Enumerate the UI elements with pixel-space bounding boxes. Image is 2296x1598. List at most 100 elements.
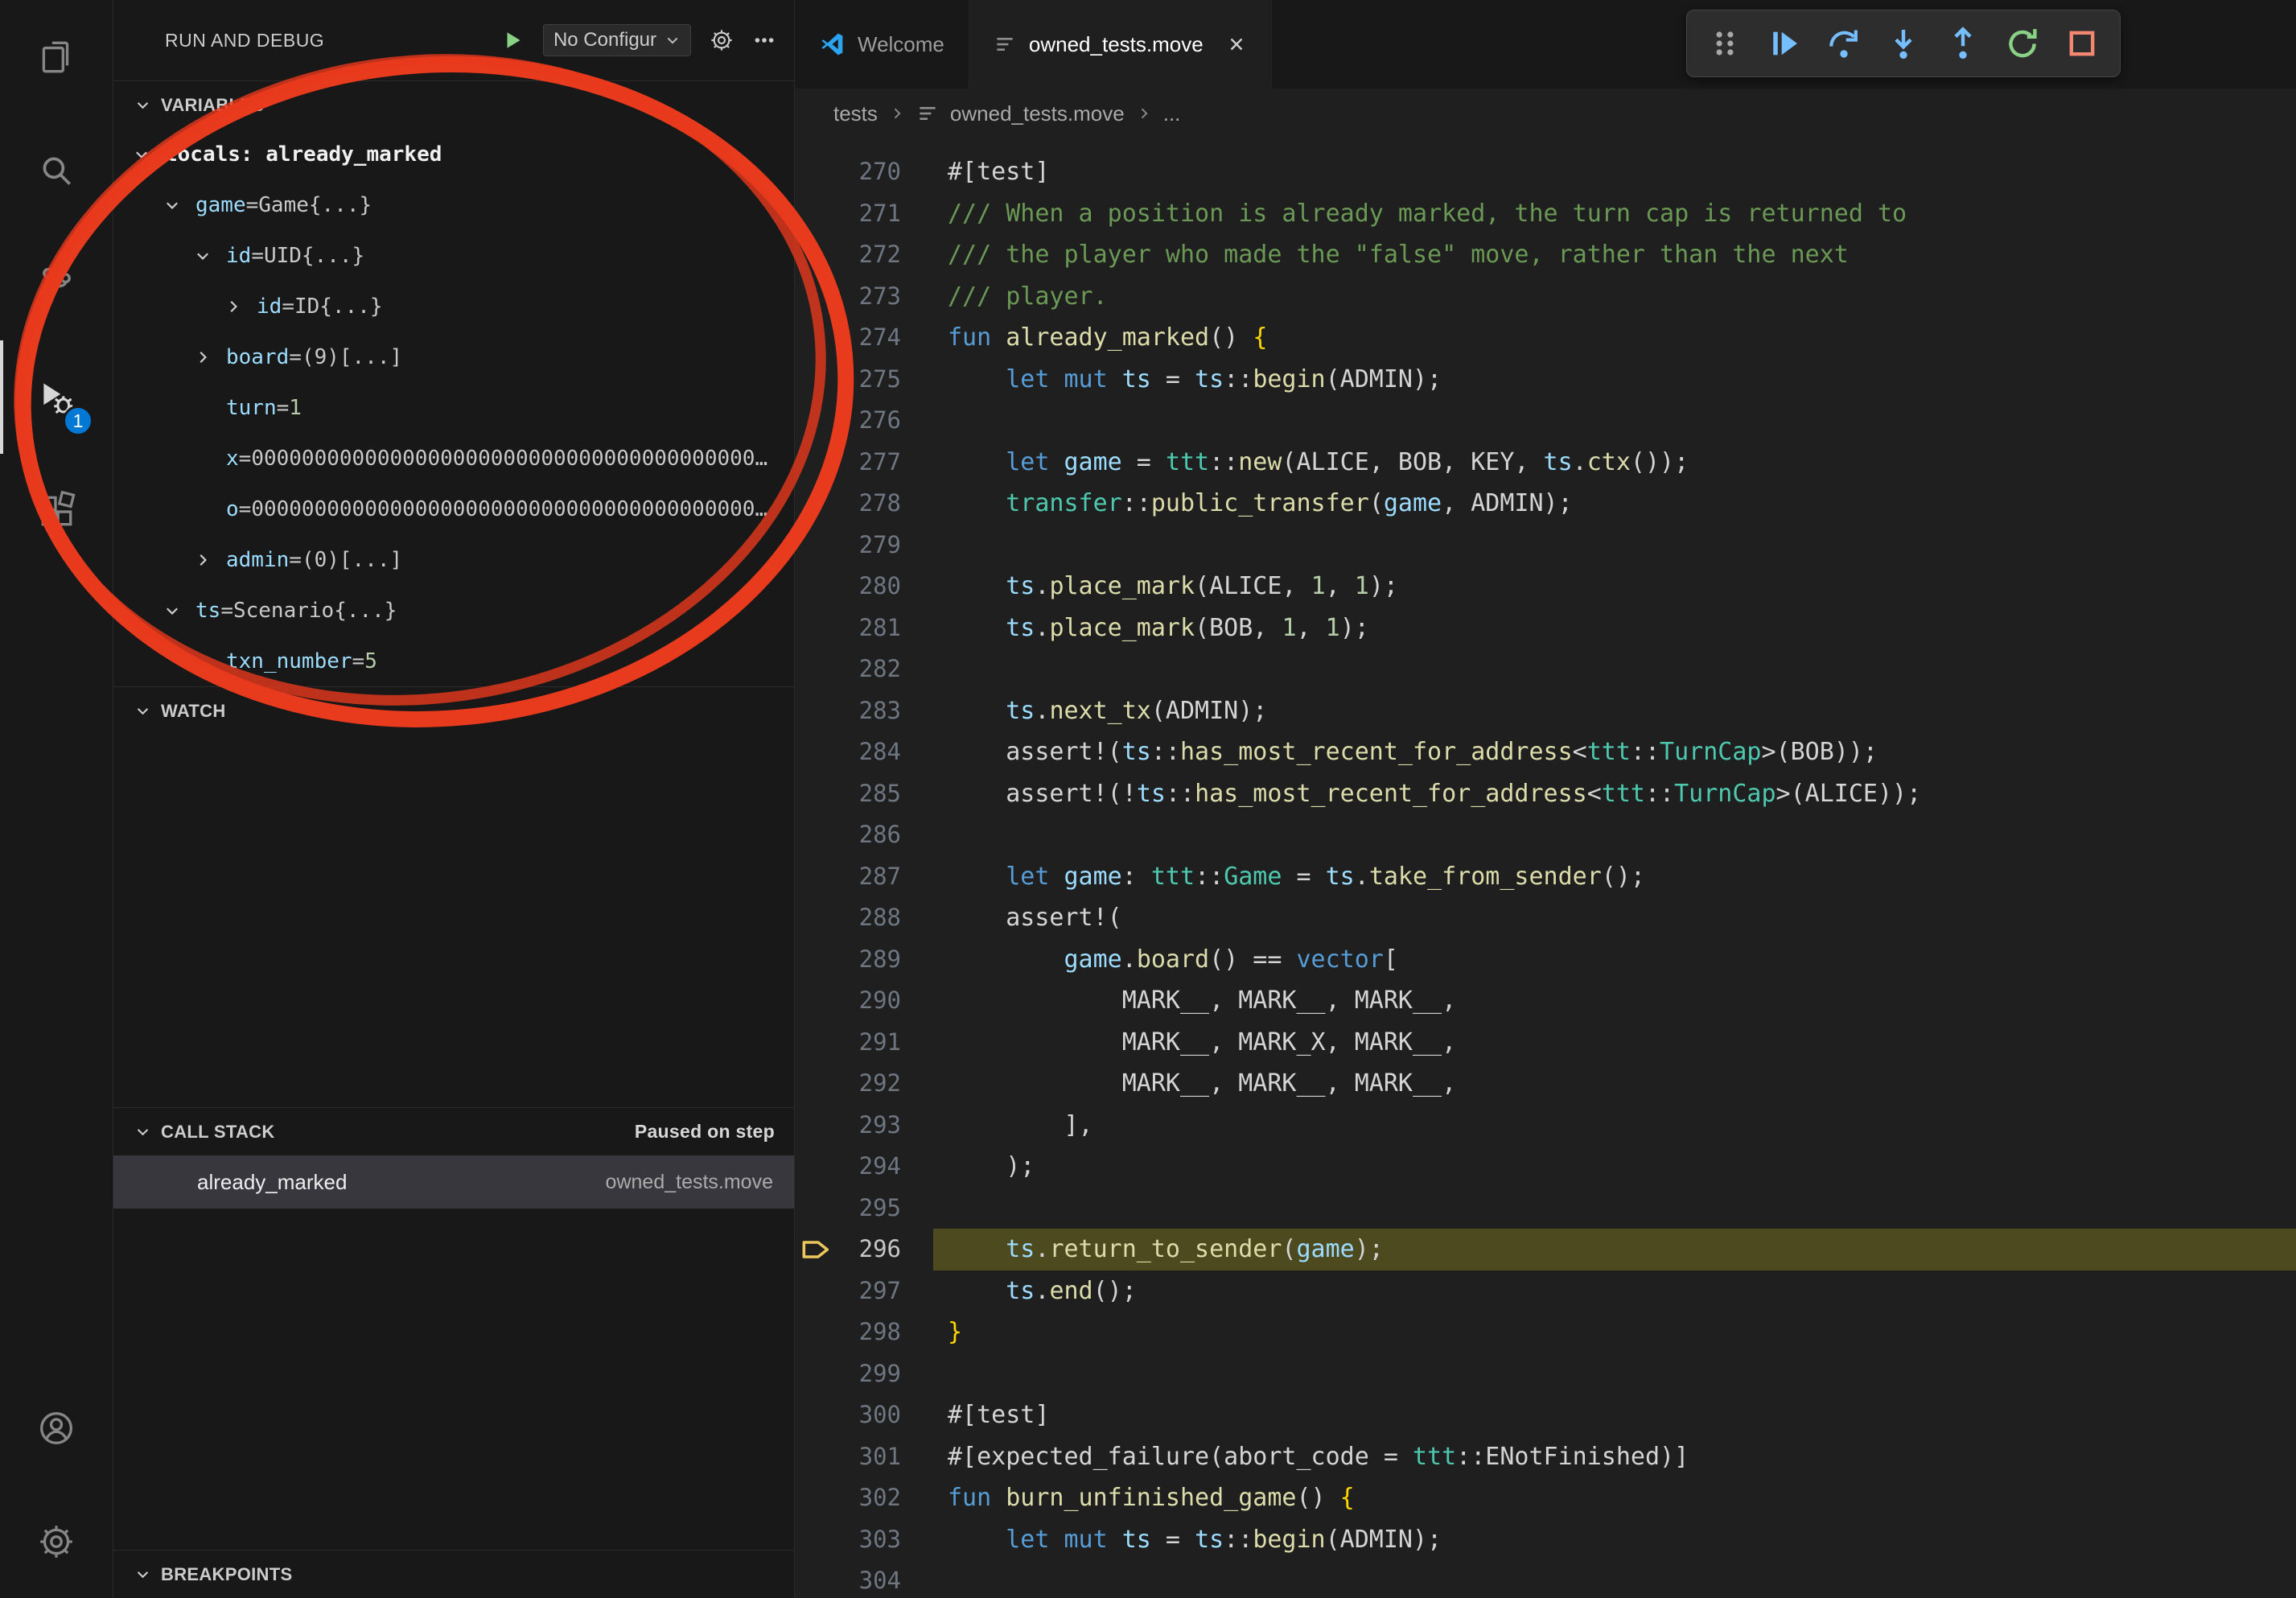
variables-section-header[interactable]: VARIABLES <box>113 80 794 129</box>
gutter-marker[interactable] <box>795 897 838 939</box>
gutter-marker[interactable] <box>795 151 838 193</box>
start-debugging-icon[interactable] <box>501 28 525 52</box>
gutter-marker[interactable] <box>795 1063 838 1105</box>
activity-source-control[interactable] <box>0 227 113 340</box>
gutter-marker[interactable] <box>795 1105 838 1147</box>
code-line-270[interactable]: 270#[test] <box>795 151 2296 193</box>
tab-welcome[interactable]: Welcome <box>795 0 969 89</box>
debug-config-dropdown[interactable]: No Configur <box>543 24 691 56</box>
activity-explorer[interactable] <box>0 0 113 113</box>
variable-row[interactable]: id = ID{...} <box>113 281 794 332</box>
code-line-287[interactable]: 287 let game: ttt::Game = ts.take_from_s… <box>795 856 2296 898</box>
gutter-marker[interactable] <box>795 317 838 359</box>
variable-row[interactable]: o = 000000000000000000000000000000000000… <box>113 484 794 534</box>
code-line-302[interactable]: 302fun burn_unfinished_game() { <box>795 1477 2296 1519</box>
gutter-marker[interactable] <box>795 1271 838 1312</box>
gutter-marker[interactable] <box>795 1436 838 1478</box>
code-line-282[interactable]: 282 <box>795 649 2296 690</box>
gutter-marker[interactable] <box>795 442 838 484</box>
gutter-marker[interactable] <box>795 980 838 1022</box>
gutter-marker[interactable] <box>795 939 838 981</box>
activity-extensions[interactable] <box>0 454 113 567</box>
code-line-301[interactable]: 301#[expected_failure(abort_code = ttt::… <box>795 1436 2296 1478</box>
gutter-marker[interactable] <box>795 649 838 690</box>
debug-step-over-button[interactable] <box>1817 18 1870 69</box>
code-line-275[interactable]: 275 let mut ts = ts::begin(ADMIN); <box>795 359 2296 401</box>
code-line-284[interactable]: 284 assert!(ts::has_most_recent_for_addr… <box>795 731 2296 773</box>
gutter-marker[interactable] <box>795 1477 838 1519</box>
code-line-277[interactable]: 277 let game = ttt::new(ALICE, BOB, KEY,… <box>795 442 2296 484</box>
breadcrumb-item-symbol[interactable]: ... <box>1163 101 1181 126</box>
variable-row[interactable]: id = UID{...} <box>113 230 794 281</box>
code-line-286[interactable]: 286 <box>795 814 2296 856</box>
code-line-297[interactable]: 297 ts.end(); <box>795 1271 2296 1312</box>
gutter-marker[interactable] <box>795 731 838 773</box>
code-editor[interactable]: 270#[test]271/// When a position is alre… <box>795 138 2296 1598</box>
variable-row[interactable]: ts = Scenario{...} <box>113 585 794 636</box>
gutter-marker[interactable] <box>795 359 838 401</box>
code-line-292[interactable]: 292 MARK__, MARK__, MARK__, <box>795 1063 2296 1105</box>
variables-scope-row[interactable]: locals: already_marked <box>113 129 794 179</box>
gutter-marker[interactable] <box>795 773 838 815</box>
gutter-marker[interactable] <box>795 1188 838 1229</box>
code-line-289[interactable]: 289 game.board() == vector[ <box>795 939 2296 981</box>
gutter-marker[interactable] <box>795 1022 838 1064</box>
code-line-299[interactable]: 299 <box>795 1353 2296 1395</box>
variable-row[interactable]: turn = 1 <box>113 382 794 433</box>
code-line-272[interactable]: 272/// the player who made the "false" m… <box>795 234 2296 276</box>
gutter-marker[interactable] <box>795 814 838 856</box>
breakpoints-section-header[interactable]: BREAKPOINTS <box>113 1550 794 1598</box>
gutter-marker[interactable] <box>795 1353 838 1395</box>
gutter-marker[interactable] <box>795 566 838 607</box>
gutter-marker[interactable] <box>795 1519 838 1561</box>
code-line-276[interactable]: 276 <box>795 400 2296 442</box>
debug-restart-button[interactable] <box>1996 18 2049 69</box>
tab-owned-tests-move[interactable]: owned_tests.move <box>969 0 1272 89</box>
variable-row[interactable]: game = Game{...} <box>113 179 794 230</box>
gutter-marker[interactable] <box>795 1146 838 1188</box>
gutter-marker[interactable] <box>795 193 838 235</box>
code-line-304[interactable]: 304 <box>795 1560 2296 1598</box>
variable-row[interactable]: admin = (0)[...] <box>113 534 794 585</box>
code-line-280[interactable]: 280 ts.place_mark(ALICE, 1, 1); <box>795 566 2296 607</box>
more-actions-icon[interactable] <box>752 28 776 52</box>
activity-run-debug[interactable]: 1 <box>0 340 113 454</box>
call-stack-frame[interactable]: already_markedowned_tests.move <box>113 1155 794 1209</box>
code-line-271[interactable]: 271/// When a position is already marked… <box>795 193 2296 235</box>
gutter-marker[interactable] <box>795 400 838 442</box>
gutter-marker[interactable] <box>795 1560 838 1598</box>
code-line-294[interactable]: 294 ); <box>795 1146 2296 1188</box>
activity-search[interactable] <box>0 113 113 227</box>
debug-step-into-button[interactable] <box>1877 18 1930 69</box>
variable-row[interactable]: board = (9)[...] <box>113 332 794 382</box>
debug-step-out-button[interactable] <box>1936 18 1989 69</box>
close-icon[interactable] <box>1226 34 1247 55</box>
gutter-marker[interactable] <box>795 1229 838 1271</box>
gutter-marker[interactable] <box>795 234 838 276</box>
watch-section-header[interactable]: WATCH <box>113 686 794 735</box>
code-line-298[interactable]: 298} <box>795 1312 2296 1353</box>
code-line-288[interactable]: 288 assert!( <box>795 897 2296 939</box>
debug-toolbar-drag-handle[interactable] <box>1698 18 1751 69</box>
code-line-285[interactable]: 285 assert!(!ts::has_most_recent_for_add… <box>795 773 2296 815</box>
breadcrumb-item-file[interactable]: owned_tests.move <box>950 101 1125 126</box>
code-line-291[interactable]: 291 MARK__, MARK_X, MARK__, <box>795 1022 2296 1064</box>
code-line-273[interactable]: 273/// player. <box>795 276 2296 318</box>
code-line-283[interactable]: 283 ts.next_tx(ADMIN); <box>795 690 2296 732</box>
gutter-marker[interactable] <box>795 483 838 525</box>
activity-account[interactable] <box>0 1371 113 1485</box>
debug-stop-button[interactable] <box>2055 18 2109 69</box>
code-line-300[interactable]: 300#[test] <box>795 1394 2296 1436</box>
code-line-290[interactable]: 290 MARK__, MARK__, MARK__, <box>795 980 2296 1022</box>
debug-continue-button[interactable] <box>1758 18 1811 69</box>
code-line-296[interactable]: 296 ts.return_to_sender(game); <box>795 1229 2296 1271</box>
code-line-293[interactable]: 293 ], <box>795 1105 2296 1147</box>
code-line-281[interactable]: 281 ts.place_mark(BOB, 1, 1); <box>795 607 2296 649</box>
variable-row[interactable]: x = 000000000000000000000000000000000000… <box>113 433 794 484</box>
gutter-marker[interactable] <box>795 276 838 318</box>
gutter-marker[interactable] <box>795 525 838 566</box>
gutter-marker[interactable] <box>795 1394 838 1436</box>
code-line-278[interactable]: 278 transfer::public_transfer(game, ADMI… <box>795 483 2296 525</box>
variable-row[interactable]: txn_number = 5 <box>113 636 794 686</box>
code-line-279[interactable]: 279 <box>795 525 2296 566</box>
